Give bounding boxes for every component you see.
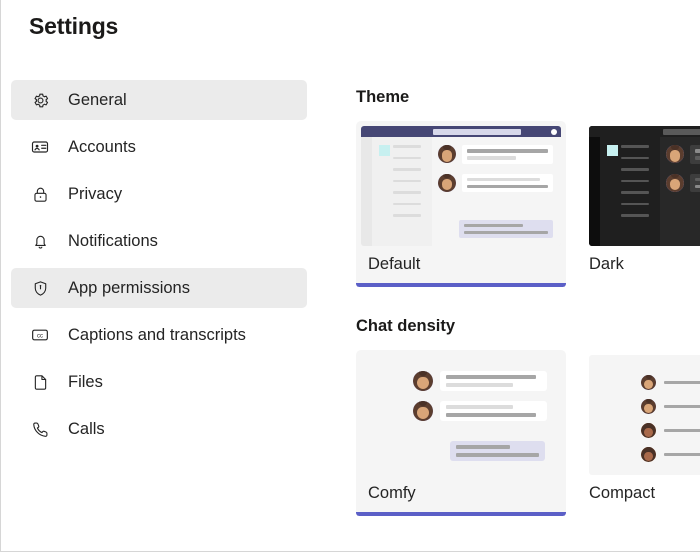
sidebar-item-calls[interactable]: Calls xyxy=(11,409,307,449)
theme-option-dark[interactable]: Dark xyxy=(584,121,700,287)
preview-conversation xyxy=(432,137,561,246)
preview-app-rail xyxy=(361,137,372,246)
sidebar-item-label: Notifications xyxy=(68,231,158,250)
selected-indicator xyxy=(356,283,566,287)
sidebar-item-label: Accounts xyxy=(68,137,136,156)
selected-indicator xyxy=(356,512,566,516)
bell-icon xyxy=(29,230,51,252)
avatar xyxy=(641,447,656,462)
preview-titlebar xyxy=(361,126,561,137)
chat-density-option-label: Comfy xyxy=(368,484,416,502)
preview-app-rail xyxy=(589,137,600,246)
sidebar-item-label: Captions and transcripts xyxy=(68,325,246,344)
chat-density-preview-comfy xyxy=(361,355,561,475)
theme-preview-default xyxy=(361,126,561,246)
sidebar-item-label: App permissions xyxy=(68,278,190,297)
preview-search-field xyxy=(662,128,700,135)
avatar xyxy=(666,145,684,163)
file-icon xyxy=(29,371,51,393)
chat-density-preview-compact xyxy=(589,355,700,475)
avatar xyxy=(666,173,684,192)
sidebar-item-accounts[interactable]: Accounts xyxy=(11,127,307,167)
svg-text:cc: cc xyxy=(37,334,43,340)
gear-icon xyxy=(29,89,51,111)
preview-conversation xyxy=(660,137,700,246)
avatar xyxy=(641,423,656,438)
theme-option-label: Default xyxy=(368,255,421,273)
avatar xyxy=(413,401,433,421)
settings-sidebar: General Accounts Privacy Notifications A… xyxy=(11,80,307,456)
preview-team-chip xyxy=(379,145,390,156)
chat-density-option-comfy[interactable]: Comfy xyxy=(356,350,566,516)
sidebar-item-general[interactable]: General xyxy=(11,80,307,120)
sidebar-item-label: Privacy xyxy=(68,184,123,203)
settings-window: Settings General Accounts Privacy Notifi… xyxy=(0,0,700,552)
chat-density-options: Comfy Compact xyxy=(356,350,700,516)
theme-option-label: Dark xyxy=(589,255,624,273)
shield-icon xyxy=(29,277,51,299)
settings-main-pane: Theme Default Dark Chat density Comfy Co… xyxy=(356,88,700,551)
sidebar-item-app-permissions[interactable]: App permissions xyxy=(11,268,307,308)
preview-team-chip xyxy=(607,145,618,156)
avatar xyxy=(438,145,456,163)
avatar xyxy=(413,371,433,391)
avatar xyxy=(641,375,656,390)
closed-caption-icon: cc xyxy=(29,324,51,346)
sidebar-item-files[interactable]: Files xyxy=(11,362,307,402)
page-title: Settings xyxy=(29,13,119,39)
lock-icon xyxy=(29,183,51,205)
chat-density-option-label: Compact xyxy=(589,484,656,502)
theme-preview-dark xyxy=(589,126,700,246)
sidebar-item-label: Calls xyxy=(68,419,105,438)
preview-search-field xyxy=(433,128,521,135)
sidebar-item-label: General xyxy=(68,90,127,109)
avatar xyxy=(438,173,456,192)
theme-options: Default Dark xyxy=(356,121,700,287)
theme-section-heading: Theme xyxy=(356,88,410,106)
preview-channel-list xyxy=(600,137,660,246)
sidebar-item-label: Files xyxy=(68,372,103,391)
sidebar-item-privacy[interactable]: Privacy xyxy=(11,174,307,214)
phone-icon xyxy=(29,418,51,440)
sidebar-item-notifications[interactable]: Notifications xyxy=(11,221,307,261)
theme-option-default[interactable]: Default xyxy=(356,121,566,287)
preview-titlebar xyxy=(589,126,700,137)
preview-own-message xyxy=(459,219,553,238)
chat-density-section-heading: Chat density xyxy=(356,317,456,335)
sidebar-item-captions-and-transcripts[interactable]: cc Captions and transcripts xyxy=(11,315,307,355)
id-card-icon xyxy=(29,136,51,158)
preview-own-message xyxy=(450,441,545,461)
preview-channel-list xyxy=(372,137,432,246)
avatar xyxy=(641,399,656,414)
preview-avatar-dot xyxy=(551,128,557,135)
chat-density-option-compact[interactable]: Compact xyxy=(584,350,700,516)
